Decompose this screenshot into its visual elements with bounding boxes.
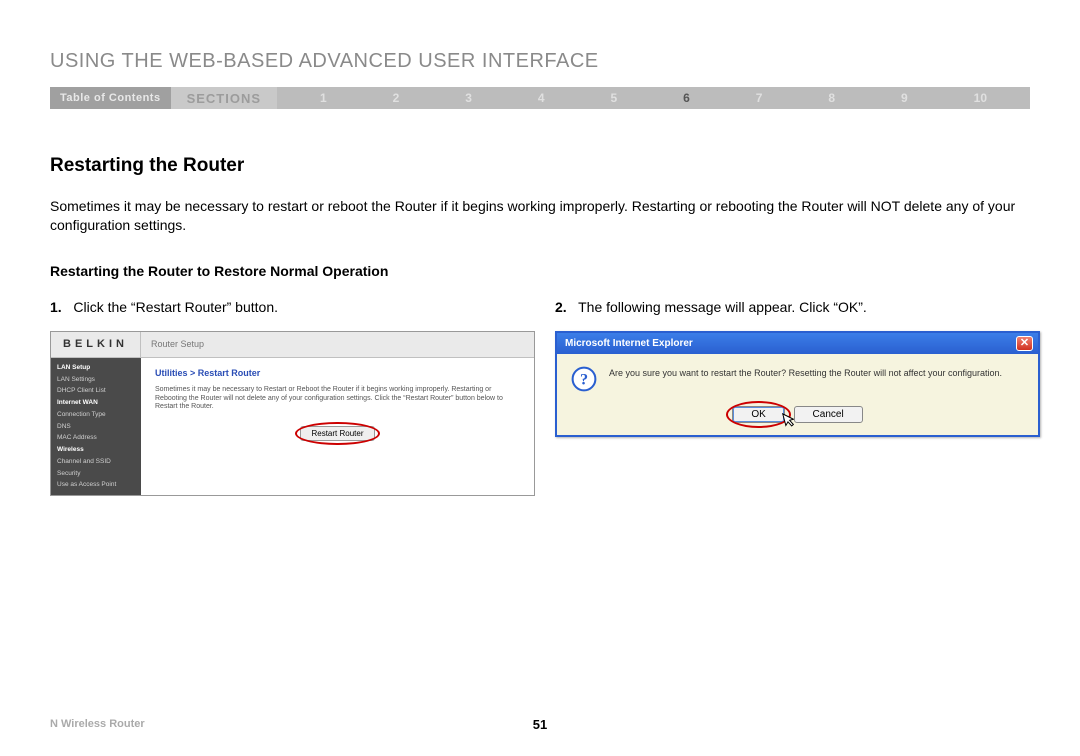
svg-text:?: ?	[580, 370, 588, 388]
left-column: 1. Click the “Restart Router” button. BE…	[50, 299, 525, 496]
product-name: N Wireless Router	[50, 718, 145, 730]
section-link-3[interactable]: 3	[465, 91, 472, 105]
breadcrumb[interactable]: Utilities > Restart Router	[155, 368, 520, 378]
dialog-body: ? Are you sure you want to restart the R…	[557, 354, 1038, 435]
router-content: Utilities > Restart Router Sometimes it …	[141, 358, 534, 495]
section-link-6[interactable]: 6	[683, 91, 690, 105]
ok-button-label: OK	[751, 409, 765, 420]
router-sidebar: LAN Setup LAN Settings DHCP Client List …	[51, 358, 141, 495]
ok-button[interactable]: OK	[732, 406, 784, 423]
dialog-title-text: Microsoft Internet Explorer	[565, 338, 693, 349]
step-2: 2. The following message will appear. Cl…	[555, 299, 1030, 315]
step-1-number: 1.	[50, 299, 62, 315]
sidebar-item[interactable]: MAC Address	[51, 432, 141, 444]
dialog-titlebar: Microsoft Internet Explorer ✕	[557, 333, 1038, 354]
close-icon: ✕	[1020, 337, 1029, 349]
section-nav-bar: Table of Contents SECTIONS 1 2 3 4 5 6 7…	[50, 87, 1030, 109]
restart-router-button[interactable]: Restart Router	[300, 426, 374, 441]
step-2-text: The following message will appear. Click…	[578, 299, 867, 315]
section-link-4[interactable]: 4	[538, 91, 545, 105]
dialog-message: Are you sure you want to restart the Rou…	[609, 366, 1002, 378]
section-link-2[interactable]: 2	[393, 91, 400, 105]
step-1-text: Click the “Restart Router” button.	[73, 299, 278, 315]
step-1: 1. Click the “Restart Router” button.	[50, 299, 525, 315]
page-footer: N Wireless Router 51	[50, 718, 1030, 730]
right-column: 2. The following message will appear. Cl…	[555, 299, 1030, 496]
sidebar-item[interactable]: Wireless	[51, 444, 141, 456]
step-2-number: 2.	[555, 299, 567, 315]
section-link-9[interactable]: 9	[901, 91, 908, 105]
question-icon: ?	[571, 366, 597, 392]
sections-label: SECTIONS	[171, 87, 277, 109]
section-link-10[interactable]: 10	[974, 91, 987, 105]
section-link-7[interactable]: 7	[756, 91, 763, 105]
close-button[interactable]: ✕	[1016, 336, 1033, 351]
belkin-logo: BELKIN	[51, 332, 141, 357]
sidebar-item[interactable]: LAN Settings	[51, 374, 141, 386]
sidebar-item[interactable]: DHCP Client List	[51, 385, 141, 397]
page-main-title: USING THE WEB-BASED ADVANCED USER INTERF…	[50, 50, 1030, 73]
sub-heading: Restarting the Router to Restore Normal …	[50, 263, 1030, 279]
router-ui-screenshot: BELKIN Router Setup LAN Setup LAN Settin…	[50, 331, 535, 496]
intro-paragraph: Sometimes it may be necessary to restart…	[50, 197, 1030, 235]
section-link-1[interactable]: 1	[320, 91, 327, 105]
section-heading: Restarting the Router	[50, 155, 1030, 177]
router-ui-header: BELKIN Router Setup	[51, 332, 534, 358]
restart-router-label: Restart Router	[311, 429, 363, 438]
sidebar-item[interactable]: Channel and SSID	[51, 456, 141, 468]
toc-link[interactable]: Table of Contents	[50, 87, 171, 109]
sidebar-item[interactable]: Internet WAN	[51, 397, 141, 409]
section-link-8[interactable]: 8	[828, 91, 835, 105]
sidebar-item[interactable]: Connection Type	[51, 409, 141, 421]
section-link-5[interactable]: 5	[611, 91, 618, 105]
router-setup-label: Router Setup	[141, 339, 204, 349]
sidebar-item[interactable]: Security	[51, 468, 141, 480]
sidebar-item[interactable]: Use as Access Point	[51, 479, 141, 491]
sidebar-item[interactable]: LAN Setup	[51, 362, 141, 374]
cancel-button-label: Cancel	[813, 409, 844, 420]
ie-dialog: Microsoft Internet Explorer ✕ ? Are	[555, 331, 1040, 437]
cancel-button[interactable]: Cancel	[794, 406, 863, 423]
router-desc-text: Sometimes it may be necessary to Restart…	[155, 386, 520, 412]
sidebar-item[interactable]: DNS	[51, 421, 141, 433]
section-numbers: 1 2 3 4 5 6 7 8 9 10	[277, 87, 1030, 109]
page-number: 51	[533, 717, 547, 732]
